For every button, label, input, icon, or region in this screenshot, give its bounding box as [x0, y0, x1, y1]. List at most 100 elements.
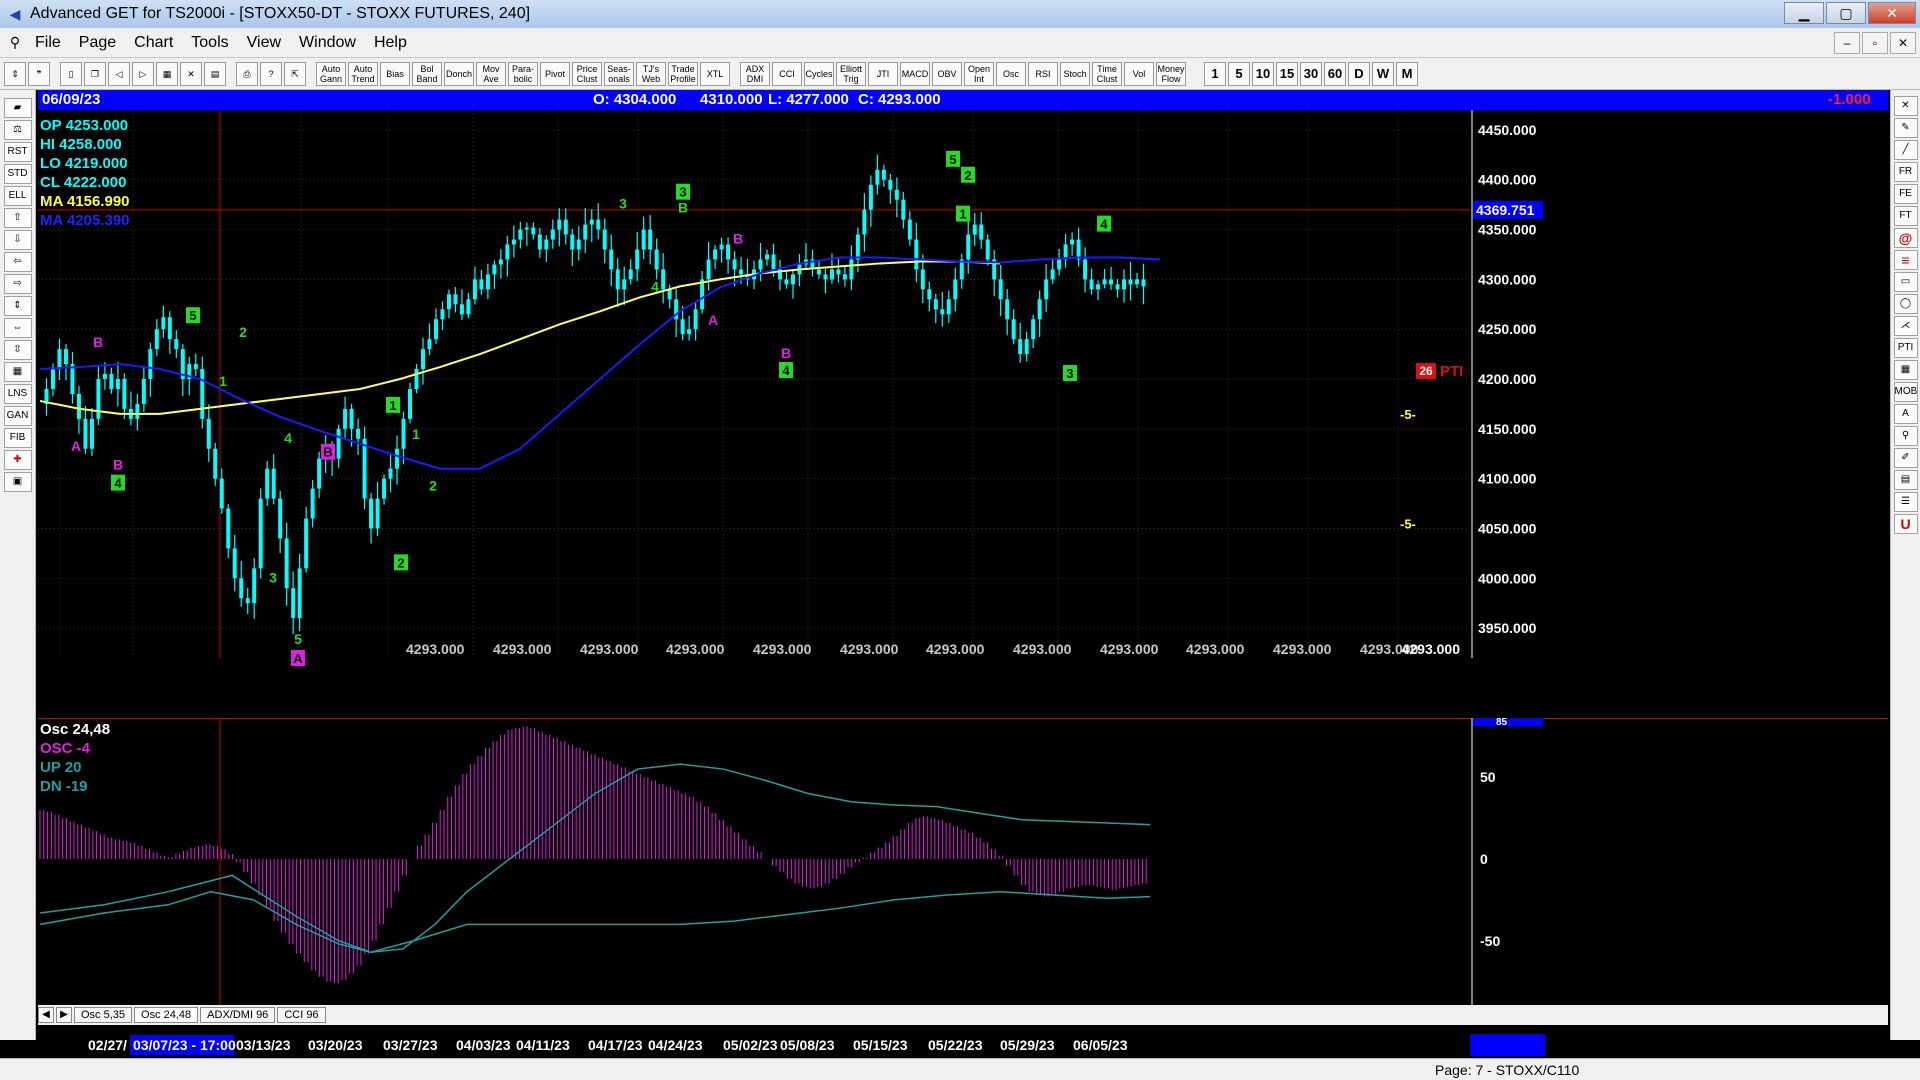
tile-icon[interactable]: ▦ [156, 61, 178, 86]
help-cursor-icon[interactable]: ⇱ [284, 61, 306, 86]
elliott-icon[interactable]: ELL [3, 186, 32, 206]
channel-icon[interactable]: ▭ [1893, 272, 1918, 292]
menu-help[interactable]: Help [365, 34, 416, 52]
lines-icon[interactable]: LNS [3, 384, 32, 404]
study-button-price-clust[interactable]: Price Clust [572, 61, 602, 86]
oscillator-chart[interactable]: 50 0 -50 85 [38, 718, 1888, 1005]
quote-icon[interactable]: ❞ [28, 61, 50, 86]
period-button-5[interactable]: 5 [1228, 61, 1250, 86]
gann-fan-icon[interactable]: ⋌ [1893, 316, 1918, 336]
study-button-bol-band[interactable]: Bol Band [412, 61, 442, 86]
u-tool-icon[interactable]: U [1893, 514, 1918, 534]
study-button-xtl[interactable]: XTL [700, 61, 730, 86]
study-button-pivot[interactable]: Pivot [540, 61, 570, 86]
cursor-tool-icon[interactable]: ⇕ [4, 61, 26, 86]
back-icon[interactable]: ◁ [108, 61, 130, 86]
study-button-auto-gann[interactable]: Auto Gann [316, 61, 346, 86]
period-button-w[interactable]: W [1372, 61, 1394, 86]
menu-tools[interactable]: Tools [182, 34, 237, 52]
layers-icon[interactable]: ▤ [1893, 470, 1918, 490]
fan-icon[interactable]: ≡ [1893, 250, 1918, 270]
study-button-cci[interactable]: CCI [772, 61, 802, 86]
tab-scroll-right-icon[interactable]: ▶ [56, 1007, 72, 1023]
fib-ret-icon[interactable]: FR [1893, 162, 1918, 182]
forward-icon[interactable]: ▷ [132, 61, 154, 86]
ellipse-icon[interactable]: ◯ [1893, 294, 1918, 314]
study-button-mov-ave[interactable]: Mov Ave [476, 61, 506, 86]
reset-icon[interactable]: RST [3, 142, 32, 162]
new-page-icon[interactable]: ▯ [60, 61, 82, 86]
tab-scroll-left-icon[interactable]: ◀ [38, 1007, 54, 1023]
study-button-money-flow[interactable]: Money Flow [1156, 61, 1186, 86]
close-button[interactable]: ✕ [1868, 2, 1916, 24]
minimize-button[interactable]: ▁ [1784, 2, 1824, 24]
fib-icon[interactable]: FIB [3, 428, 32, 448]
price-chart[interactable]: 4450.000 4400.000 4350.000 4300.000 4250.000… [38, 110, 1888, 670]
scale-icon[interactable]: ⚖ [3, 120, 32, 140]
period-button-60[interactable]: 60 [1324, 61, 1346, 86]
expand-vertical-icon[interactable]: ⇕ [3, 296, 32, 316]
study-button-osc[interactable]: Osc [996, 61, 1026, 86]
gann-icon[interactable]: GAN [3, 406, 32, 426]
mdi-minimize-button[interactable]: – [1834, 31, 1860, 54]
close-tool-icon[interactable]: ✕ [1893, 96, 1918, 116]
study-button-auto-trend[interactable]: Auto Trend [348, 61, 378, 86]
study-button-macd[interactable]: MACD [900, 61, 930, 86]
pti-icon[interactable]: PTI [1893, 338, 1918, 358]
study-button-rsi[interactable]: RSI [1028, 61, 1058, 86]
document-icon[interactable]: ⚲ [4, 34, 26, 51]
menu-file[interactable]: File [26, 34, 70, 52]
study-button-donch[interactable]: Donch [444, 61, 474, 86]
study-button-tj-s-web[interactable]: TJ's Web [636, 61, 666, 86]
pencil-icon[interactable]: ✎ [1893, 118, 1918, 138]
period-button-d[interactable]: D [1348, 61, 1370, 86]
line-tool-icon[interactable]: ╱ [1893, 140, 1918, 160]
snapshot-icon[interactable]: ▣ [3, 472, 32, 492]
study-button-cycles[interactable]: Cycles [804, 61, 834, 86]
mob-icon[interactable]: MOB [1893, 382, 1918, 402]
tab-osc-24-48[interactable]: Osc 24,48 [134, 1007, 199, 1023]
compress-icon[interactable]: ⇳ [3, 340, 32, 360]
chart-area[interactable]: 06/09/23 O: 4304.000 4310.000 L: 4277.00… [38, 90, 1888, 1056]
study-button-adx-dmi[interactable]: ADX DMI [740, 61, 770, 86]
grid-lines-icon[interactable]: ▦ [3, 362, 32, 382]
arrow-up-icon[interactable]: ⇧ [3, 208, 32, 228]
fib-ext-icon[interactable]: FE [1893, 184, 1918, 204]
study-button-jti[interactable]: JTI [868, 61, 898, 86]
arrow-down-icon[interactable]: ⇩ [3, 230, 32, 250]
tab-adx-dmi[interactable]: ADX/DMI 96 [200, 1007, 276, 1023]
study-button-para-bolic[interactable]: Para-bolic [508, 61, 538, 86]
copy-page-icon[interactable]: ❐ [84, 61, 106, 86]
study-icon[interactable]: STD [3, 164, 32, 184]
study-button-vol[interactable]: Vol [1124, 61, 1154, 86]
grid-icon[interactable]: ▤ [204, 61, 226, 86]
maximize-button[interactable]: ▢ [1826, 2, 1866, 24]
crosshair-icon[interactable]: ✚ [3, 450, 32, 470]
spiral-icon[interactable]: @ [1893, 228, 1918, 248]
zoom-icon[interactable]: ⚲ [1893, 426, 1918, 446]
tab-cci[interactable]: CCI 96 [277, 1007, 326, 1023]
study-button-elliott-trig[interactable]: Elliott Trig [836, 61, 866, 86]
menu-window[interactable]: Window [290, 34, 365, 52]
period-button-m[interactable]: M [1396, 61, 1418, 86]
study-button-obv[interactable]: OBV [932, 61, 962, 86]
tab-osc-5-35[interactable]: Osc 5,35 [74, 1007, 133, 1023]
study-button-trade-profile[interactable]: Trade Profile [668, 61, 698, 86]
mdi-close-button[interactable]: ✕ [1890, 31, 1916, 54]
delete-icon[interactable]: ✕ [180, 61, 202, 86]
info-icon[interactable]: ? [260, 61, 282, 86]
study-button-stoch[interactable]: Stoch [1060, 61, 1090, 86]
open-folder-icon[interactable]: ▰ [3, 98, 32, 118]
menu-page[interactable]: Page [70, 34, 125, 52]
print-icon[interactable]: ⎙ [236, 61, 258, 86]
arrow-left-icon[interactable]: ⇦ [3, 252, 32, 272]
period-button-1[interactable]: 1 [1204, 61, 1226, 86]
study-button-bias[interactable]: Bias [380, 61, 410, 86]
paint-icon[interactable]: ✐ [1893, 448, 1918, 468]
period-button-15[interactable]: 15 [1276, 61, 1298, 86]
study-button-open-int[interactable]: Open Int [964, 61, 994, 86]
fib-time-icon[interactable]: FT [1893, 206, 1918, 226]
menu-view[interactable]: View [238, 34, 290, 52]
text-tool-icon[interactable]: A [1893, 404, 1918, 424]
list-icon[interactable]: ☰ [1893, 492, 1918, 512]
